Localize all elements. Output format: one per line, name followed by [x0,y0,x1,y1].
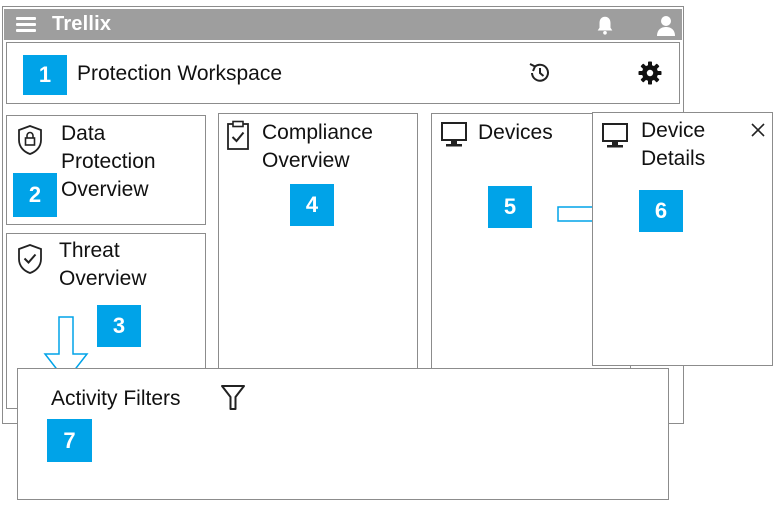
compliance-title-line1: Compliance [262,121,373,144]
close-icon[interactable] [751,123,765,137]
threat-title-line1: Threat [59,239,120,262]
user-icon[interactable] [654,13,678,37]
data-protection-panel[interactable]: Data Protection Overview 2 [6,115,206,225]
device-details-title-line1: Device [641,119,706,142]
history-icon[interactable] [527,60,553,86]
callout-badge-5: 5 [488,186,532,228]
callout-badge-7: 7 [47,419,92,462]
data-protection-title-line3: Overview [61,178,149,201]
callout-badge-2: 2 [13,173,57,217]
bell-icon[interactable] [594,14,616,36]
callout-badge-1: 1 [23,55,67,95]
activity-filters-panel[interactable]: Activity Filters 7 [17,368,669,500]
activity-filters-title: Activity Filters [51,387,181,410]
devices-title: Devices [478,121,553,144]
device-details-panel[interactable]: Device Details 6 [592,112,773,366]
data-protection-title-line1: Data [61,122,106,145]
brand-logo: Trellix [52,13,112,35]
menu-icon[interactable] [16,17,36,32]
workspace-header: 1 Protection Workspace [6,42,680,104]
device-details-title-line2: Details [641,147,706,170]
callout-badge-6: 6 [639,190,683,232]
check-shield-icon [18,244,42,274]
page-title: Protection Workspace [77,62,283,85]
clipboard-check-icon [227,120,249,150]
filter-icon[interactable] [220,384,246,412]
gear-icon[interactable] [637,60,663,86]
compliance-title-line2: Overview [262,149,350,172]
monitor-icon [602,123,628,148]
threat-title-line2: Overview [59,267,147,290]
callout-badge-4: 4 [290,184,334,226]
callout-badge-3: 3 [97,305,141,347]
top-bar: Trellix [4,9,682,40]
lock-shield-icon [18,125,42,155]
monitor-icon [441,122,467,147]
data-protection-title-line2: Protection [61,150,156,173]
